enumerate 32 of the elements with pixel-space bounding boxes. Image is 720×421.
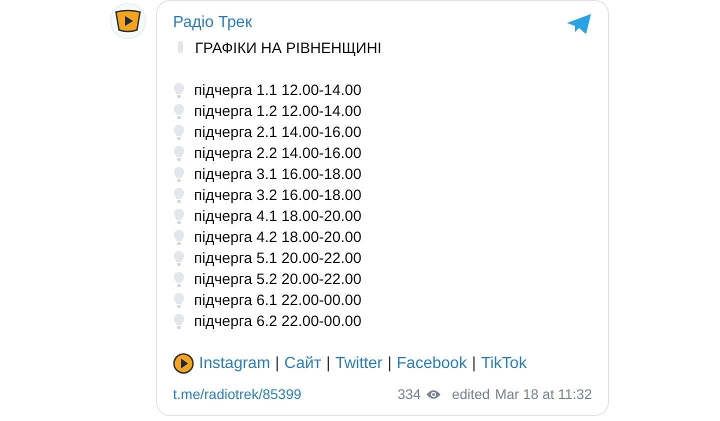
schedule-line: підчерга 4.2 18.00-20.00: [194, 228, 362, 248]
schedule-line: підчерга 2.2 14.00-16.00: [194, 144, 362, 164]
social-link[interactable]: Twitter: [335, 353, 382, 374]
post-heading: ГРАФІКИ НА РІВНЕНЩИНІ: [195, 39, 382, 59]
schedule-line: підчерга 6.1 22.00-00.00: [194, 291, 362, 311]
schedule-line: підчерга 3.2 16.00-18.00: [194, 186, 362, 206]
schedule-line: підчерга 1.1 12.00-14.00: [194, 81, 362, 101]
edited-label: edited: [452, 385, 490, 404]
post-link[interactable]: t.me/radiotrek/85399: [173, 384, 302, 405]
separator: |: [387, 354, 392, 374]
play-icon: [173, 353, 194, 374]
schedule-line: підчерга 5.1 20.00-22.00: [194, 249, 362, 269]
social-link[interactable]: Сайт: [284, 353, 322, 374]
channel-avatar[interactable]: [110, 3, 146, 39]
social-link[interactable]: Facebook: [396, 353, 467, 374]
schedule-line: підчерга 6.2 22.00-00.00: [194, 312, 362, 332]
separator: |: [472, 354, 476, 374]
schedule-line: підчерга 2.1 14.00-16.00: [194, 123, 362, 143]
schedule-line: підчерга 4.1 18.00-20.00: [194, 207, 362, 227]
telegram-icon[interactable]: [566, 13, 592, 35]
schedule-line: підчерга 3.1 16.00-18.00: [194, 165, 362, 185]
eye-icon: [426, 389, 441, 400]
schedule-line: підчерга 5.2 20.00-22.00: [194, 270, 362, 290]
channel-name[interactable]: Радіо Трек: [173, 13, 252, 33]
view-count: 334: [397, 385, 421, 404]
separator: |: [326, 354, 330, 374]
schedule-line: підчерга 1.2 12.00-14.00: [194, 102, 362, 122]
post-time: Mar 18 at 11:32: [494, 385, 592, 404]
play-logo-icon: [114, 9, 142, 33]
social-link[interactable]: Instagram: [199, 353, 270, 374]
separator: |: [275, 354, 280, 374]
social-link[interactable]: TikTok: [481, 353, 527, 374]
